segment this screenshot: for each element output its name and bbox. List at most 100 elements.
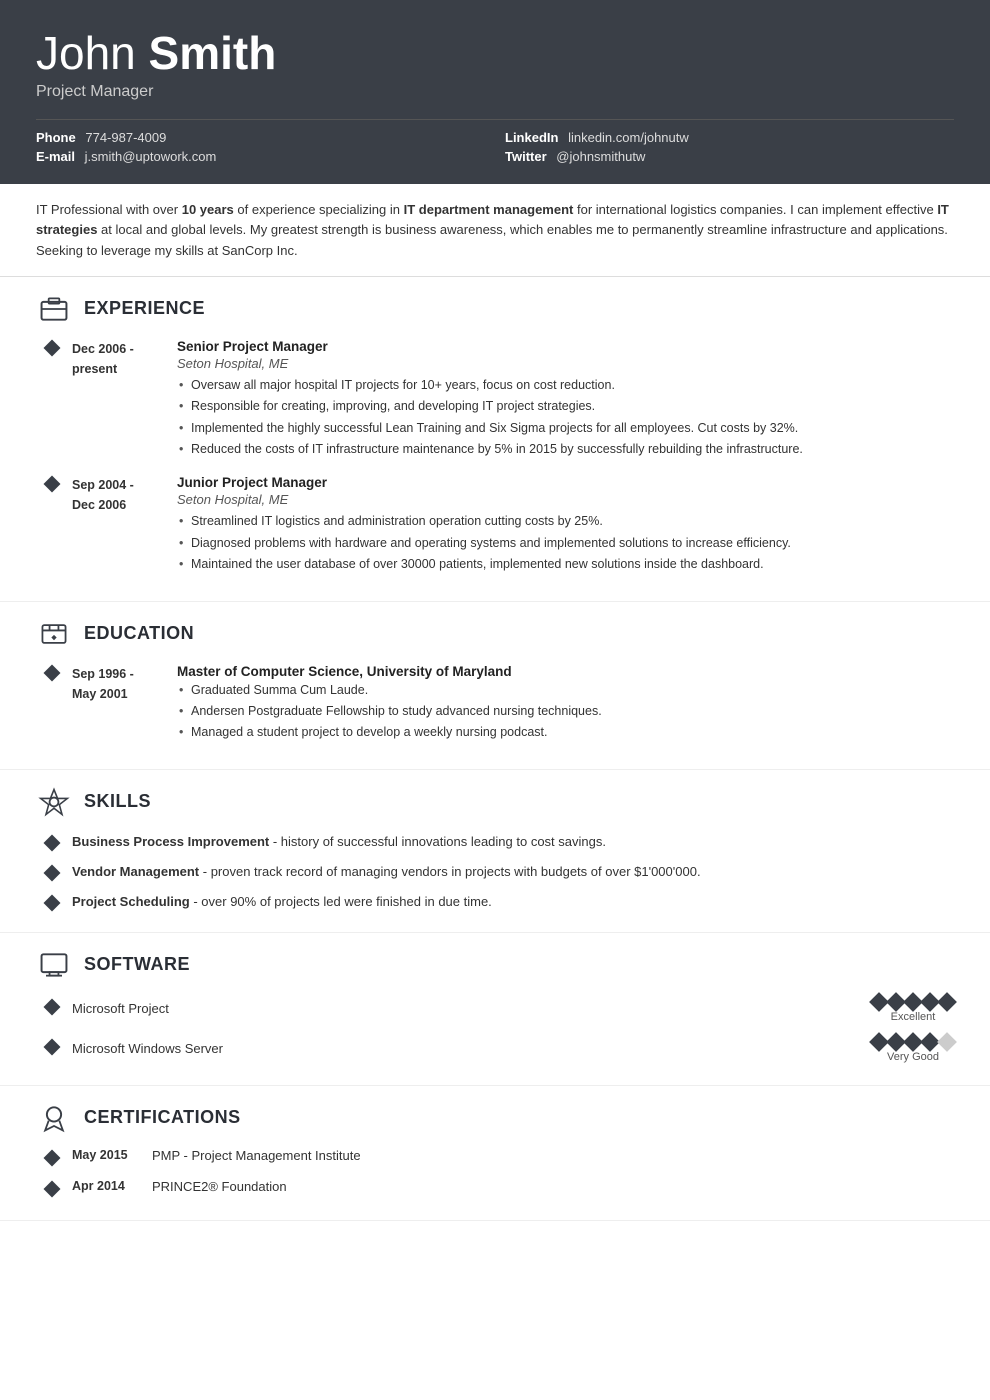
exp-bullet-1 [46,341,58,462]
email-contact: E-mail j.smith@uptowork.com [36,149,485,164]
phone-value: 774-987-4009 [85,130,166,145]
linkedin-contact: LinkedIn linkedin.com/johnutw [505,130,954,145]
software-bullet-2 [46,1040,58,1058]
exp-content-1: Senior Project Manager Seton Hospital, M… [177,339,954,462]
skill-name-2: Vendor Management [72,864,199,879]
skill-bullet-3 [46,896,58,914]
edu-degree-1: Master of Computer Science, University o… [177,664,954,679]
header-divider [36,119,954,120]
exp-bullet-item: Diagnosed problems with hardware and ope… [177,534,954,553]
skills-icon [36,784,72,820]
cert-bullet-2 [46,1182,58,1200]
candidate-title: Project Manager [36,83,954,101]
exp-bullet-item: Responsible for creating, improving, and… [177,397,954,416]
dot-5-empty [937,1032,957,1052]
exp-bullet-item: Maintained the user database of over 300… [177,555,954,574]
resume-header: John Smith Project Manager Phone 774-987… [0,0,990,184]
exp-bullets-2: Streamlined IT logistics and administrat… [177,512,954,574]
education-header: EDUCATION [36,616,954,652]
software-name-1: Microsoft Project [72,1001,872,1016]
rating-label-1: Excellent [891,1011,936,1023]
phone-contact: Phone 774-987-4009 [36,130,485,145]
rating-label-2: Very Good [887,1051,939,1063]
exp-bullet-item: Implemented the highly successful Lean T… [177,419,954,438]
email-value: j.smith@uptowork.com [85,149,217,164]
software-icon [36,947,72,983]
cert-entry-1: May 2015 PMP - Project Management Instit… [36,1148,954,1169]
dot-5 [937,992,957,1012]
certifications-section: CERTIFICATIONS May 2015 PMP - Project Ma… [0,1086,990,1221]
skill-text-1: Business Process Improvement - history o… [72,832,606,852]
first-name: John [36,27,136,79]
last-name: Smith [149,27,277,79]
edu-bullets-1: Graduated Summa Cum Laude. Andersen Post… [177,681,954,743]
skill-text-3: Project Scheduling - over 90% of project… [72,892,492,912]
skills-title: SKILLS [84,791,151,812]
cert-name-1: PMP - Project Management Institute [152,1148,361,1163]
experience-icon [36,291,72,327]
software-entry-1: Microsoft Project Excellent [36,995,954,1023]
certifications-header: CERTIFICATIONS [36,1100,954,1136]
exp-date-1: Dec 2006 -present [72,339,177,462]
software-rating-1: Excellent [872,995,954,1023]
skill-bullet-2 [46,866,58,884]
skill-entry-1: Business Process Improvement - history o… [36,832,954,854]
software-section: SOFTWARE Microsoft Project Excellent [0,933,990,1086]
certifications-icon [36,1100,72,1136]
edu-content-1: Master of Computer Science, University o… [177,664,954,745]
cert-date-1: May 2015 [72,1148,152,1162]
skills-header: SKILLS [36,784,954,820]
education-title: EDUCATION [84,623,194,644]
software-name-2: Microsoft Windows Server [72,1041,872,1056]
software-bullet-1 [46,1000,58,1018]
exp-job-title-1: Senior Project Manager [177,339,954,354]
experience-section: EXPERIENCE Dec 2006 -present Senior Proj… [0,277,990,602]
contact-info: Phone 774-987-4009 LinkedIn linkedin.com… [36,130,954,164]
education-icon [36,616,72,652]
education-section: EDUCATION Sep 1996 -May 2001 Master of C… [0,602,990,770]
twitter-contact: Twitter @johnsmithutw [505,149,954,164]
edu-entry-1: Sep 1996 -May 2001 Master of Computer Sc… [36,664,954,745]
linkedin-label: LinkedIn [505,130,558,145]
skill-name-3: Project Scheduling [72,894,190,909]
skill-text-2: Vendor Management - proven track record … [72,862,701,882]
cert-date-2: Apr 2014 [72,1179,152,1193]
experience-header: EXPERIENCE [36,291,954,327]
resume-container: John Smith Project Manager Phone 774-987… [0,0,990,1400]
candidate-name: John Smith [36,28,954,79]
skill-name-1: Business Process Improvement [72,834,269,849]
cert-name-2: PRINCE2® Foundation [152,1179,287,1194]
exp-entry-1: Dec 2006 -present Senior Project Manager… [36,339,954,462]
edu-bullet-1 [46,666,58,745]
software-rating-2: Very Good [872,1035,954,1063]
experience-title: EXPERIENCE [84,298,205,319]
cert-entry-2: Apr 2014 PRINCE2® Foundation [36,1179,954,1200]
exp-job-title-2: Junior Project Manager [177,475,954,490]
exp-bullets-1: Oversaw all major hospital IT projects f… [177,376,954,460]
summary-section: IT Professional with over 10 years of ex… [0,184,990,277]
exp-entry-2: Sep 2004 -Dec 2006 Junior Project Manage… [36,475,954,576]
skills-section: SKILLS Business Process Improvement - hi… [0,770,990,933]
exp-bullet-item: Reduced the costs of IT infrastructure m… [177,440,954,459]
edu-bullet-item: Managed a student project to develop a w… [177,723,954,742]
edu-bullet-item: Graduated Summa Cum Laude. [177,681,954,700]
summary-text: IT Professional with over 10 years of ex… [36,200,954,262]
skill-entry-2: Vendor Management - proven track record … [36,862,954,884]
linkedin-value: linkedin.com/johnutw [568,130,689,145]
exp-company-2: Seton Hospital, ME [177,492,954,507]
skill-entry-3: Project Scheduling - over 90% of project… [36,892,954,914]
cert-bullet-1 [46,1151,58,1169]
phone-label: Phone [36,130,76,145]
software-header: SOFTWARE [36,947,954,983]
skill-bullet-1 [46,836,58,854]
edu-date-1: Sep 1996 -May 2001 [72,664,177,745]
exp-bullet-item: Streamlined IT logistics and administrat… [177,512,954,531]
software-title: SOFTWARE [84,954,190,975]
twitter-label: Twitter [505,149,547,164]
exp-date-2: Sep 2004 -Dec 2006 [72,475,177,576]
rating-dots-2 [872,1035,954,1049]
software-entry-2: Microsoft Windows Server Very Good [36,1035,954,1063]
email-label: E-mail [36,149,75,164]
exp-bullet-item: Oversaw all major hospital IT projects f… [177,376,954,395]
rating-dots-1 [872,995,954,1009]
